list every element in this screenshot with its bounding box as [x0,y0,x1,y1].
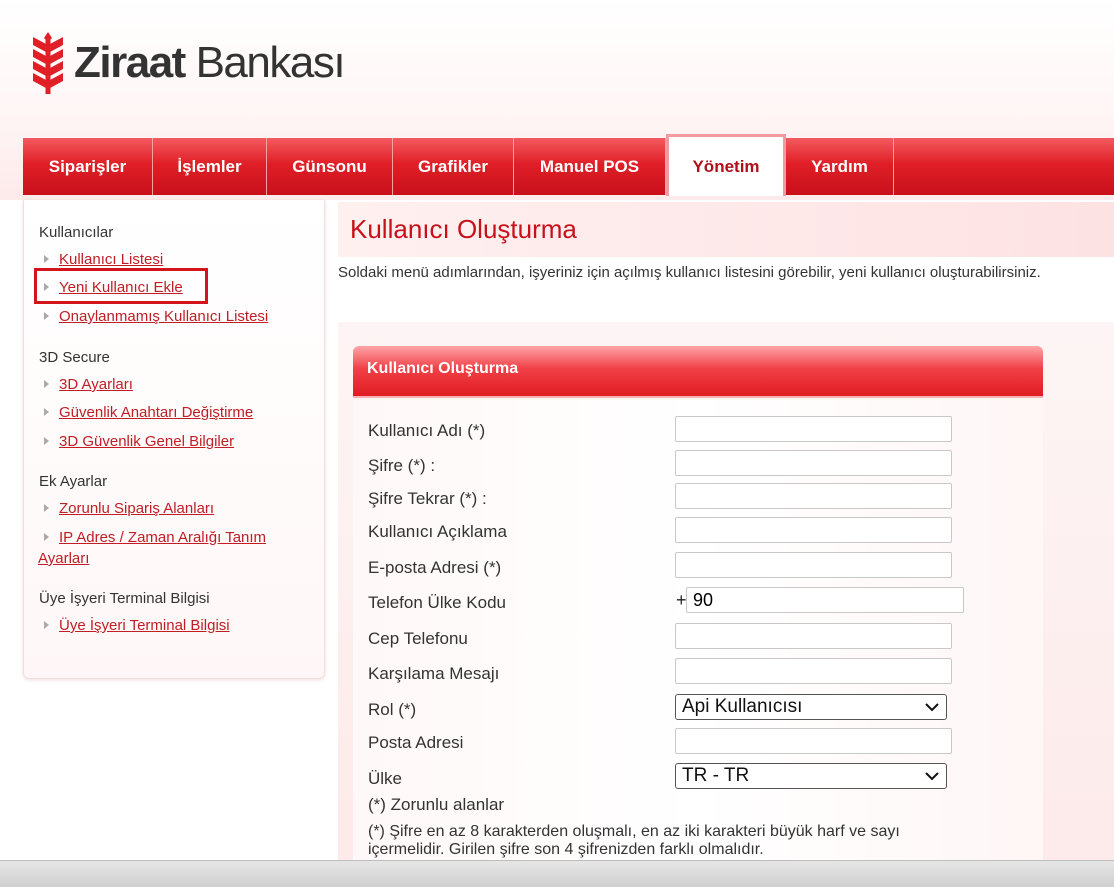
sidebar-link-3d-ayarlari[interactable]: 3D Ayarları [44,374,133,395]
username-label: Kullanıcı Adı (*) [368,421,486,440]
password-input[interactable] [675,450,952,476]
bank-logo[interactable]: Ziraat Bankası [30,28,346,98]
main-nav: Siparişler İşlemler Günsonu Grafikler Ma… [23,134,1114,196]
country-label: Ülke [368,769,403,788]
sidebar-group-terminal: Üye İşyeri Terminal Bilgisi [39,590,210,607]
arrow-right-icon [44,504,49,512]
username-input[interactable] [675,416,952,442]
arrow-right-icon [44,255,49,263]
nav-siparisler[interactable]: Siparişler [23,138,153,195]
sidebar-link-onaylanmamis[interactable]: Onaylanmamış Kullanıcı Listesi [44,306,268,327]
chevron-down-icon [925,772,939,781]
welcome-message-label: Karşılama Mesajı [368,664,500,683]
mobile-label: Cep Telefonu [368,629,468,648]
nav-yonetim[interactable]: Yönetim [666,134,786,196]
page-description: Soldaki menü adımlarından, işyeriniz içi… [338,264,1041,281]
password-repeat-label: Şifre Tekrar (*) : [368,489,487,508]
country-code-label: Telefon Ülke Kodu [368,593,506,612]
arrow-right-icon [44,408,49,416]
chevron-down-icon [925,703,939,712]
sidebar-group-3d-secure: 3D Secure [39,349,110,366]
nav-yardim[interactable]: Yardım [786,138,894,195]
required-fields-note: (*) Zorunlu alanlar [368,795,505,814]
form-panel-header: Kullanıcı Oluşturma [353,346,1043,398]
nav-grafikler[interactable]: Grafikler [393,138,514,195]
password-label: Şifre (*) : [368,456,436,475]
sidebar-group-ek-ayarlar: Ek Ayarlar [39,473,108,490]
country-code-prefix: + [676,590,687,610]
arrow-right-icon [44,380,49,388]
bottom-scrollbar[interactable] [0,860,1114,887]
arrow-right-icon [44,312,49,320]
page-title: Kullanıcı Oluşturma [350,214,577,244]
country-code-input[interactable] [686,587,964,613]
highlight-annotation [34,268,208,304]
arrow-right-icon [44,621,49,629]
form-panel-title: Kullanıcı Oluşturma [367,360,519,377]
user-description-input[interactable] [675,517,952,543]
role-select[interactable]: Api Kullanıcısı [675,694,947,720]
password-rule-line2: içermelidir. Girilen şifre son 4 şifreni… [368,841,764,858]
sidebar-link-ip-adres-cont[interactable]: Ayarları [38,548,89,569]
postal-address-label: Posta Adresi [368,733,464,752]
sidebar-link-3d-guvenlik-genel[interactable]: 3D Güvenlik Genel Bilgiler [44,431,234,452]
page-title-bar: Kullanıcı Oluşturma [338,202,1114,257]
sidebar-link-zorunlu-siparis[interactable]: Zorunlu Sipariş Alanları [44,498,214,519]
nav-manuel-pos[interactable]: Manuel POS [514,138,666,195]
sidebar-link-guvenlik-anahtari[interactable]: Güvenlik Anahtarı Değiştirme [44,402,253,423]
nav-gunsonu[interactable]: Günsonu [267,138,393,195]
welcome-message-input[interactable] [675,658,952,684]
arrow-right-icon [44,437,49,445]
wheat-logo-icon [33,32,63,94]
email-input[interactable] [675,552,952,578]
user-description-label: Kullanıcı Açıklama [368,522,507,541]
sidebar-group-kullanicilar: Kullanıcılar [39,224,114,241]
nav-islemler[interactable]: İşlemler [153,138,267,195]
arrow-right-icon [44,533,49,541]
password-rule-line1: (*) Şifre en az 8 karakterden oluşmalı, … [368,823,900,840]
sidebar-link-ip-adres[interactable]: IP Adres / Zaman Aralığı Tanım [44,527,266,548]
sidebar-link-terminal-bilgisi[interactable]: Üye İşyeri Terminal Bilgisi [44,615,230,636]
sidebar-link-kullanici-listesi[interactable]: Kullanıcı Listesi [44,249,163,270]
password-repeat-input[interactable] [675,483,952,509]
email-label: E-posta Adresi (*) [368,558,502,577]
bank-name: Ziraat Bankası [74,38,346,87]
mobile-input[interactable] [675,623,952,649]
postal-address-input[interactable] [675,728,952,754]
country-select[interactable]: TR - TR [675,763,947,789]
role-label: Rol (*) [368,700,417,719]
